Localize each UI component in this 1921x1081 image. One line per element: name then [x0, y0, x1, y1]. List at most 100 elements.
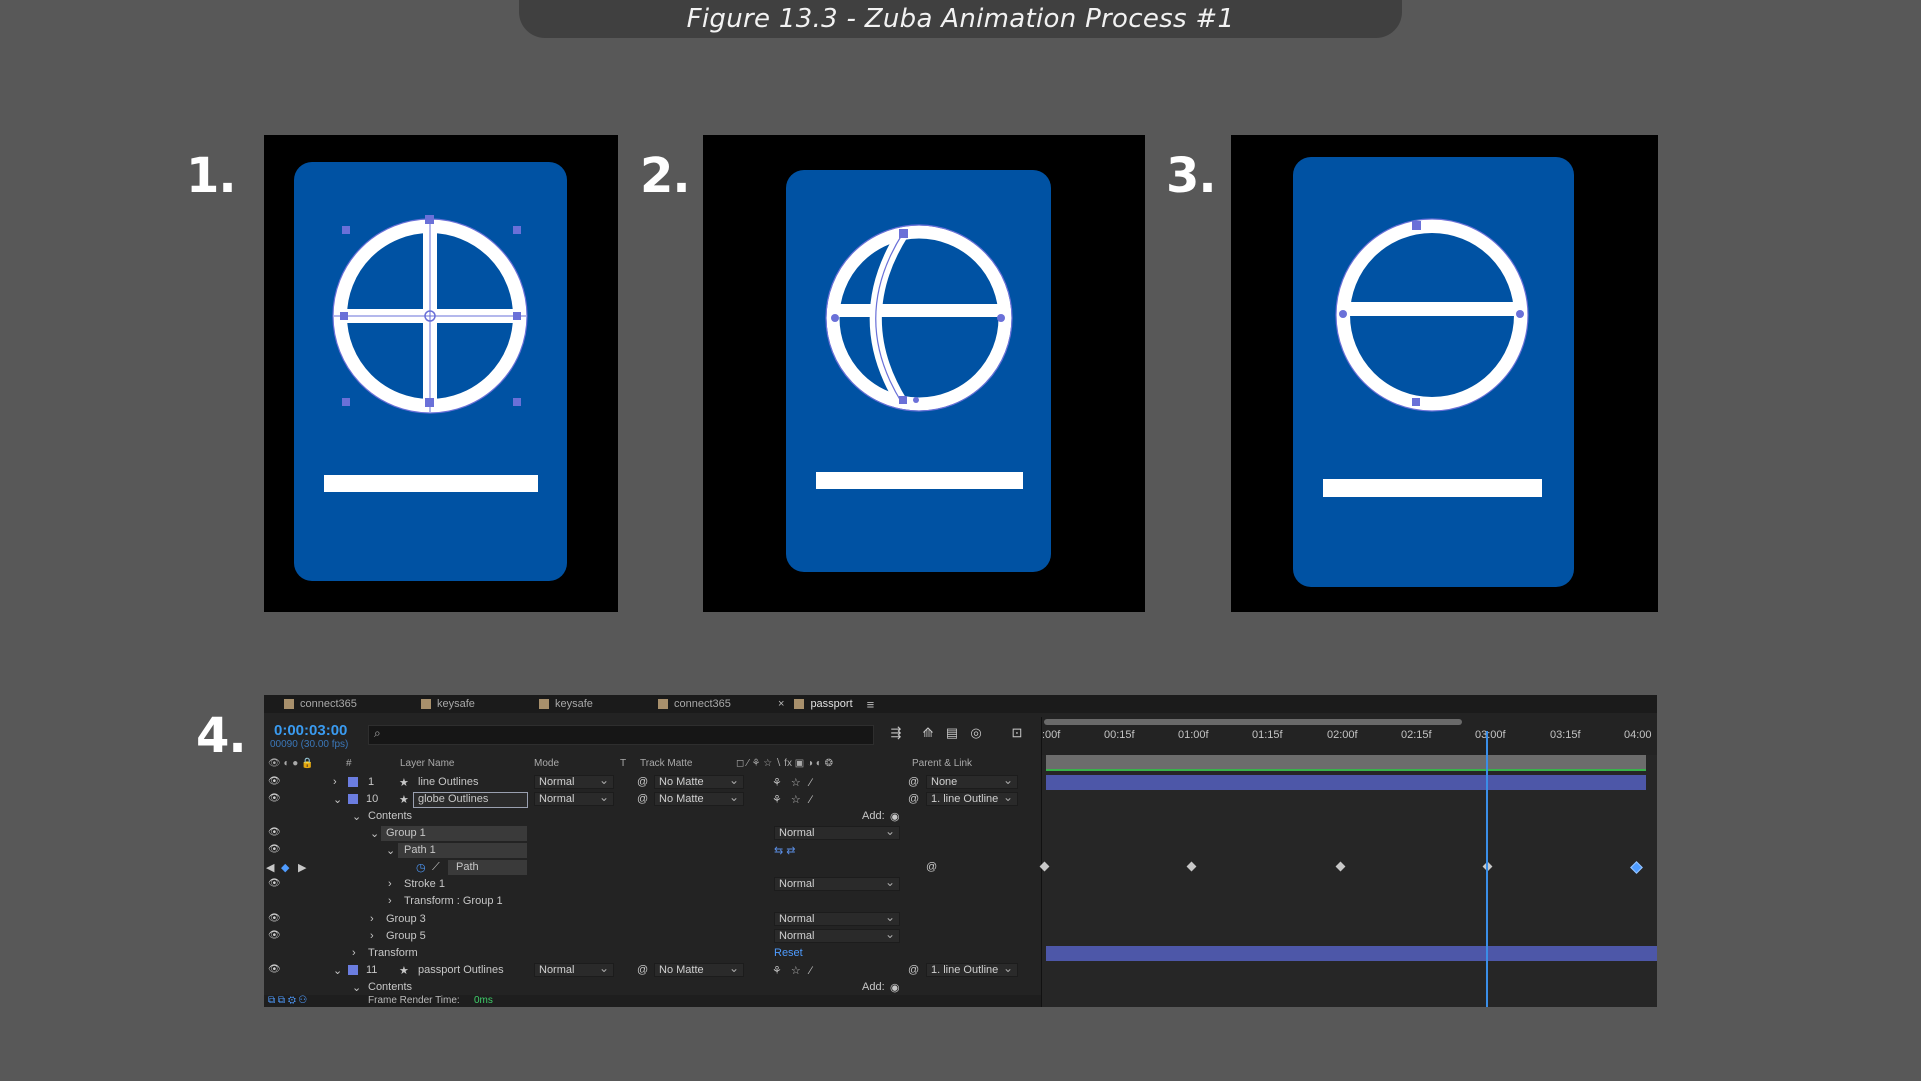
parent-pickwhip-icon[interactable]: @ [908, 793, 919, 805]
collapse-chevron-icon[interactable]: ⌄ [352, 810, 361, 823]
add-label: Add: [862, 981, 885, 993]
hide-shy-layers-icon[interactable]: ▤ [944, 725, 960, 741]
tree-path1-row[interactable]: 👁 ⌄ Path 1 ⇆ ⇄ [264, 842, 1041, 859]
current-time-indicator[interactable] [1486, 731, 1488, 1007]
add-property-icon[interactable]: ◉ [890, 981, 900, 993]
expand-chevron-icon[interactable]: › [352, 947, 356, 959]
collapse-chevron-icon[interactable]: ⌄ [333, 964, 342, 977]
work-area-bar[interactable] [1044, 719, 1462, 725]
tree-contents-row-2[interactable]: ⌄ Contents Add: ◉ [264, 979, 1041, 993]
comp-mini-flowchart-icon[interactable]: ⇶ [888, 725, 904, 741]
tab-menu-icon[interactable]: ≡ [867, 697, 875, 712]
layer-1-duration-bar[interactable] [1046, 755, 1646, 769]
track-matte-select[interactable]: No Matte [654, 961, 744, 977]
path-keyframe[interactable] [1039, 861, 1050, 872]
expand-chevron-icon[interactable]: › [370, 930, 374, 942]
group3-blend-select[interactable]: Normal [774, 910, 900, 926]
tab-connect365-2[interactable]: connect365 [658, 695, 731, 713]
search-icon: ⌕ [374, 726, 381, 740]
graph-icon[interactable]: ⟋ [432, 861, 440, 874]
add-property-icon[interactable]: ◉ [890, 810, 900, 823]
prev-keyframe-icon[interactable]: ◀ [266, 861, 274, 874]
tree-group1-row[interactable]: 👁 ⌄ Group 1 Normal [264, 824, 1041, 842]
tree-group5-row[interactable]: 👁 › Group 5 Normal [264, 927, 1041, 945]
tree-label: Transform : Group 1 [404, 895, 503, 907]
close-icon[interactable]: × [778, 698, 784, 710]
tree-transform-row[interactable]: › Transform Reset [264, 945, 1041, 962]
tab-keysafe-2[interactable]: keysafe [539, 695, 593, 713]
layer-name[interactable]: globe Outlines [418, 793, 488, 805]
layer-row-11[interactable]: 👁 ⌄ 11 ★ passport Outlines Normal @ No M… [264, 961, 1041, 979]
next-keyframe-icon[interactable]: ▶ [298, 861, 306, 874]
path-keyframe[interactable] [1186, 861, 1197, 872]
path-keyframe[interactable] [1335, 861, 1346, 872]
collapse-chevron-icon[interactable]: ⌄ [370, 827, 379, 840]
layer-label-color[interactable] [348, 777, 358, 787]
layer-search-input[interactable] [368, 725, 874, 745]
group5-blend-select[interactable]: Normal [774, 927, 900, 943]
layer-10-duration-bar[interactable] [1046, 775, 1646, 790]
layer-switches[interactable]: ⚘ ☆ ∕ [772, 964, 815, 977]
parent-pickwhip-icon[interactable]: @ [908, 776, 919, 788]
layer-label-color[interactable] [348, 794, 358, 804]
layer-11-duration-bar[interactable] [1046, 946, 1657, 961]
tree-contents-row[interactable]: ⌄ Contents Add: ◉ [264, 808, 1041, 825]
parent-select[interactable]: None [926, 773, 1018, 789]
blend-mode-select[interactable]: Normal [534, 773, 614, 789]
layer-label-color[interactable] [348, 965, 358, 975]
tab-keysafe-1[interactable]: keysafe [421, 695, 475, 713]
layer-name[interactable]: line Outlines [418, 776, 479, 788]
draft-3d-icon[interactable]: ⟰ [920, 725, 936, 741]
layer-switches[interactable]: ⚘ ☆ ∕ [772, 776, 815, 789]
timeline-graph-pane[interactable]: :00f 00:15f 01:00f 01:15f 02:00f 02:15f … [1039, 717, 1657, 1007]
visibility-eye-icon[interactable]: 👁 [268, 793, 281, 804]
path-direction-icon[interactable]: ⇆ ⇄ [774, 844, 796, 857]
track-matte-select[interactable]: No Matte [654, 773, 744, 789]
visibility-eye-icon[interactable]: 👁 [268, 930, 281, 941]
layer-name-header[interactable]: Layer Name [400, 758, 454, 772]
tab-label: passport [810, 698, 853, 710]
track-matte-select[interactable]: No Matte [654, 790, 744, 806]
blend-mode-select[interactable]: Normal [534, 790, 614, 806]
add-keyframe-icon[interactable]: ◆ [281, 861, 289, 874]
layer-switches[interactable]: ⚘ ☆ ∕ [772, 793, 815, 806]
tree-transform-group1-row[interactable]: › Transform : Group 1 [264, 893, 1041, 910]
visibility-eye-icon[interactable]: 👁 [268, 878, 281, 889]
tree-stroke1-row[interactable]: 👁 › Stroke 1 Normal [264, 875, 1041, 893]
visibility-eye-icon[interactable]: 👁 [268, 776, 281, 787]
tree-label: Transform [368, 947, 418, 959]
footer-toggle-icons[interactable]: ⧉ ⧉ ⚙ ⚇ [268, 995, 307, 1006]
graph-editor-icon[interactable]: ⊡ [1009, 725, 1025, 741]
expand-chevron-icon[interactable]: › [388, 895, 392, 907]
parent-select[interactable]: 1. line Outline [926, 961, 1018, 977]
parent-pickwhip-icon[interactable]: @ [908, 964, 919, 976]
parent-select[interactable]: 1. line Outline [926, 790, 1018, 806]
visibility-eye-icon[interactable]: 👁 [268, 844, 281, 855]
expand-chevron-icon[interactable]: › [370, 913, 374, 925]
path-keyframe-selected[interactable] [1630, 861, 1643, 874]
expression-pickwhip-icon[interactable]: @ [926, 861, 937, 873]
visibility-eye-icon[interactable]: 👁 [268, 827, 281, 838]
blend-mode-select[interactable]: Normal [534, 961, 614, 977]
tree-path-row[interactable]: ◀ ◆ ▶ ◷ ⟋ Path @ [264, 859, 1041, 876]
layer-name[interactable]: passport Outlines [418, 964, 504, 976]
tab-passport[interactable]: × passport ≡ [778, 695, 874, 713]
expand-chevron-icon[interactable]: › [388, 878, 392, 890]
reset-link[interactable]: Reset [774, 947, 803, 959]
frame-blending-icon[interactable]: ◎ [968, 725, 984, 741]
tab-connect365-1[interactable]: connect365 [284, 695, 357, 713]
expand-chevron-icon[interactable]: › [333, 776, 337, 788]
stroke-blend-select[interactable]: Normal [774, 875, 900, 891]
collapse-chevron-icon[interactable]: ⌄ [333, 793, 342, 806]
group-blend-select[interactable]: Normal [774, 824, 900, 840]
visibility-eye-icon[interactable]: 👁 [268, 964, 281, 975]
tree-group3-row[interactable]: 👁 › Group 3 Normal [264, 910, 1041, 928]
layer-row-1[interactable]: 👁 › 1 ★ line Outlines Normal @ No Matte … [264, 773, 1041, 791]
collapse-chevron-icon[interactable]: ⌄ [352, 981, 361, 993]
current-time-display[interactable]: 0:00:03:00 [274, 722, 347, 739]
stopwatch-icon[interactable]: ◷ [416, 861, 426, 874]
time-ruler[interactable]: :00f 00:15f 01:00f 01:15f 02:00f 02:15f … [1042, 717, 1657, 755]
layer-row-10[interactable]: 👁 ⌄ 10 ★ globe Outlines Normal @ No Matt… [264, 790, 1041, 808]
visibility-eye-icon[interactable]: 👁 [268, 913, 281, 924]
collapse-chevron-icon[interactable]: ⌄ [386, 844, 395, 857]
